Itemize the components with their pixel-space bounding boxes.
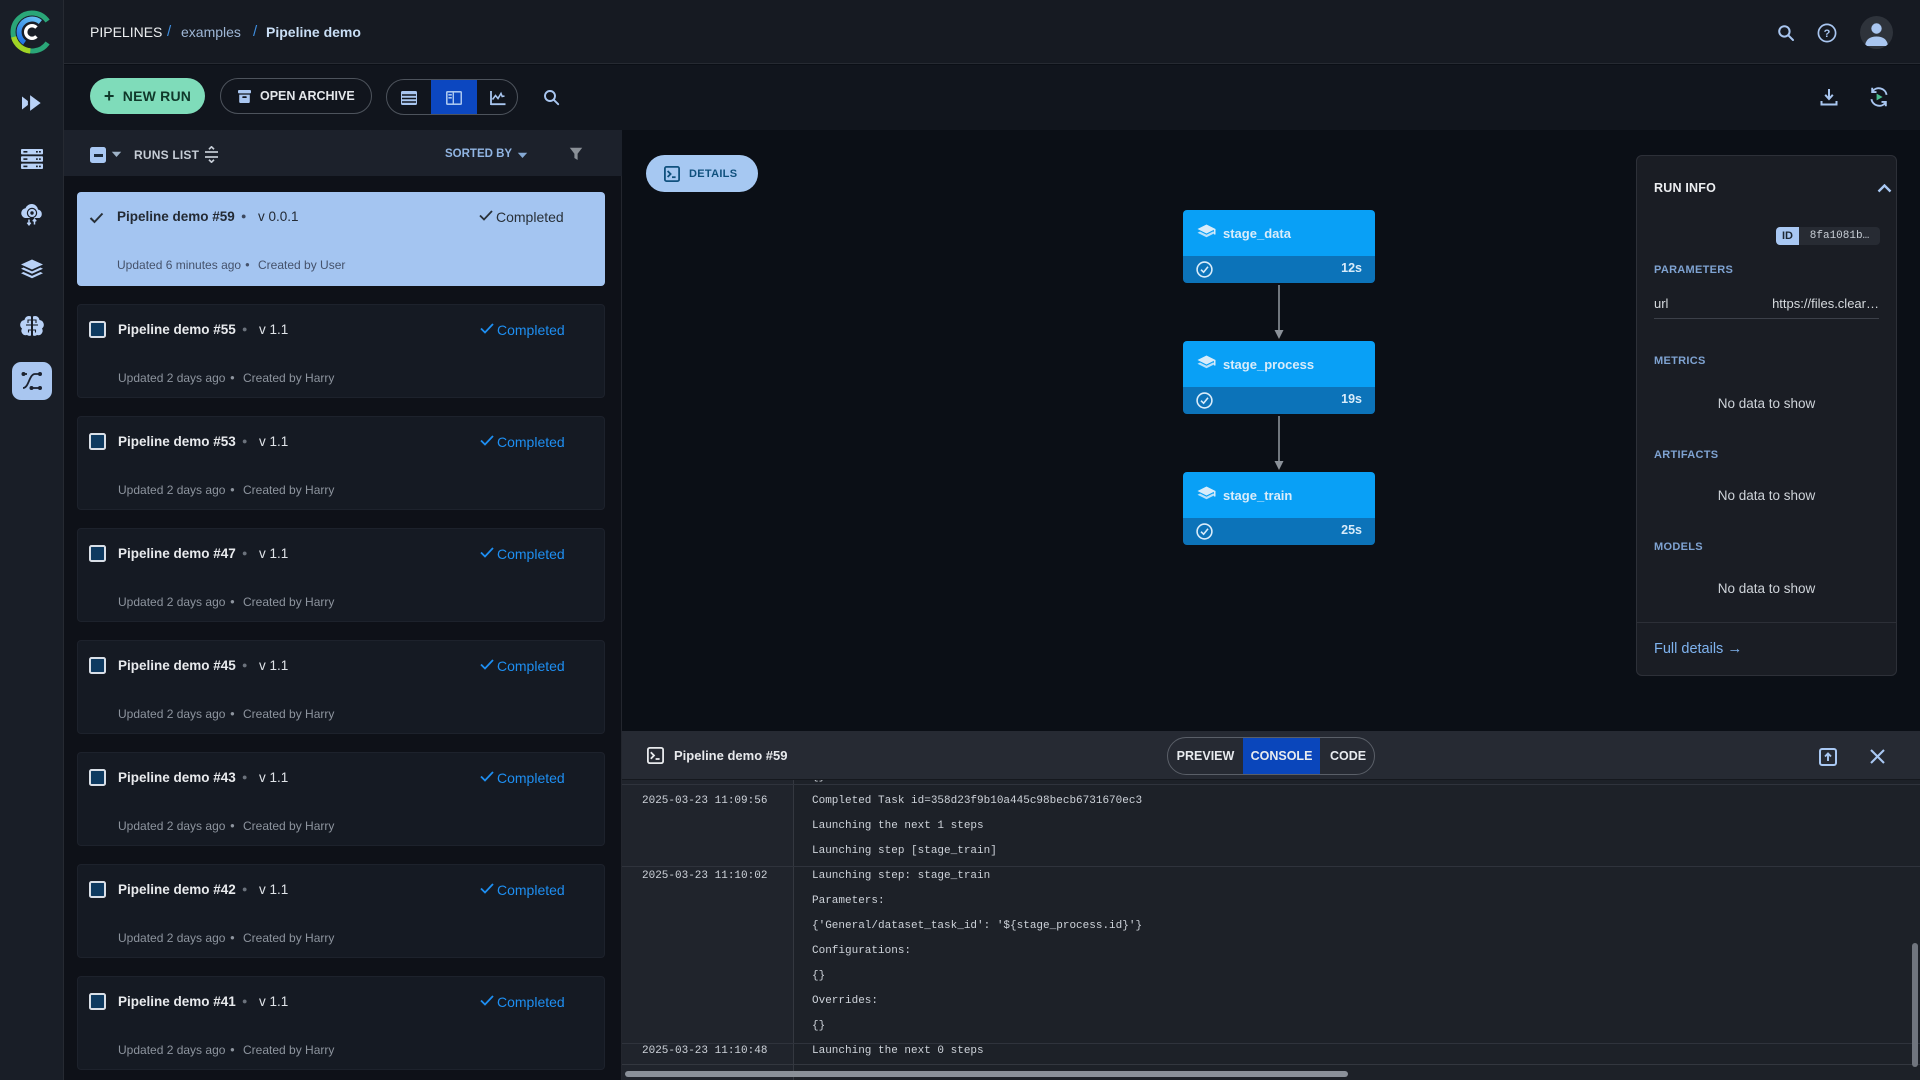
svg-text:?: ? — [1824, 28, 1831, 40]
